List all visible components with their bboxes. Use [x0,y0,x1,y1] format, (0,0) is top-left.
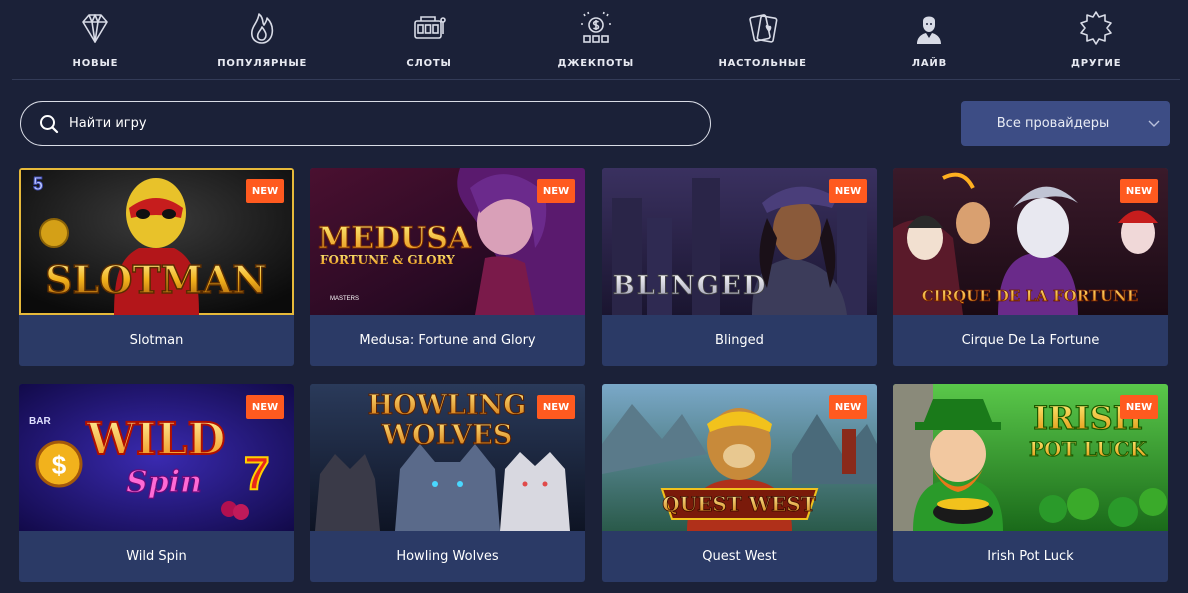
game-title[interactable]: Howling Wolves [310,531,585,582]
game-title[interactable]: Wild Spin [19,531,294,582]
game-logo-subtext: FORTUNE & GLORY [320,253,455,267]
live-dealer-icon [917,16,942,44]
game-title[interactable]: Cirque De La Fortune [893,315,1168,366]
jackpot-icon [580,11,611,43]
category-table-games[interactable]: НАСТОЛЬНЫЕ [679,0,846,80]
game-card[interactable]: CIRQUE DE LA FORTUNE NEW Cirque De La Fo… [893,168,1168,366]
game-logo-subtext: POT LUCK [1029,437,1148,461]
game-card[interactable]: MEDUSA FORTUNE & GLORY MASTERS NEW Medus… [310,168,585,366]
game-logo-text: SLOTMAN [45,257,267,302]
new-badge: NEW [537,179,575,203]
provider-select[interactable]: Все провайдеры [961,101,1170,146]
category-label: СЛОТЫ [406,58,452,69]
category-popular[interactable]: ПОПУЛЯРНЫЕ [179,0,346,80]
game-thumbnail[interactable]: 5 SLOTMAN NEW [19,168,294,315]
new-badge: NEW [829,179,867,203]
new-badge: NEW [829,395,867,419]
game-logo-text: BLINGED [613,271,768,301]
game-corner-mark: BAR [29,416,51,427]
game-card[interactable]: BLINGED NEW Blinged [602,168,877,366]
game-thumbnail[interactable]: MEDUSA FORTUNE & GLORY MASTERS NEW [310,168,585,315]
game-corner-mark: 5 [33,174,43,194]
game-logo-text: CIRQUE DE LA FORTUNE [922,287,1139,305]
new-badge: NEW [537,395,575,419]
new-badge: NEW [1120,179,1158,203]
game-logo-text: HOWLING [368,390,527,421]
new-badge: NEW [1120,395,1158,419]
category-label: ДЖЕКПОТЫ [557,58,635,69]
game-title[interactable]: Slotman [19,315,294,366]
game-thumbnail[interactable]: HOWLING WOLVES NEW [310,384,585,531]
game-title[interactable]: Quest West [602,531,877,582]
category-label: НАСТОЛЬНЫЕ [718,58,807,69]
coin-symbol: $ [52,450,67,480]
game-logo-subtext: Spin [126,465,202,500]
game-title[interactable]: Blinged [602,315,877,366]
game-logo-text: QUEST WEST [662,492,816,516]
search-input[interactable] [69,116,710,131]
game-card[interactable]: IRISH POT LUCK NEW Irish Pot Luck [893,384,1168,582]
game-card[interactable]: HOWLING WOLVES NEW Howling Wolves [310,384,585,582]
flame-icon [251,13,274,44]
game-thumbnail[interactable]: BLINGED NEW [602,168,877,315]
category-label: ЛАЙВ [911,58,947,69]
game-title[interactable]: Medusa: Fortune and Glory [310,315,585,366]
category-slots[interactable]: СЛОТЫ [346,0,513,80]
star-burst-icon [1080,11,1112,45]
provider-selected-value: Все провайдеры [996,116,1110,131]
category-live[interactable]: ЛАЙВ [846,0,1013,80]
category-label: ДРУГИЕ [1071,58,1122,69]
category-nav: НОВЫЕ ПОПУЛЯРНЫЕ СЛОТЫ ДЖЕКПОТЫ НАСТОЛЬН… [12,0,1180,80]
slot-machine-icon [414,16,446,39]
game-thumbnail[interactable]: QUEST WEST NEW [602,384,877,531]
game-title[interactable]: Irish Pot Luck [893,531,1168,582]
category-label: НОВЫЕ [72,58,119,69]
game-card[interactable]: QUEST WEST NEW Quest West [602,384,877,582]
provider-mark: MASTERS [330,296,359,302]
game-thumbnail[interactable]: $ 7 BAR WILD Spin NEW [19,384,294,531]
game-logo-subtext: WOLVES [381,420,513,451]
category-jackpots[interactable]: ДЖЕКПОТЫ [512,0,679,80]
category-other[interactable]: ДРУГИЕ [1013,0,1180,80]
game-logo-text: MEDUSA [318,221,472,256]
game-thumbnail[interactable]: IRISH POT LUCK NEW [893,384,1168,531]
game-logo-text: WILD [85,414,225,465]
new-badge: NEW [246,395,284,419]
category-label: ПОПУЛЯРНЫЕ [217,58,308,69]
diamond-icon [82,14,109,43]
game-card[interactable]: 5 SLOTMAN NEW Slotman [19,168,294,366]
chevron-down-icon [1148,120,1160,127]
category-new[interactable]: НОВЫЕ [12,0,179,80]
game-card[interactable]: $ 7 BAR WILD Spin NEW Wild Spin [19,384,294,582]
seven-symbol: 7 [244,447,270,499]
new-badge: NEW [246,179,284,203]
search-icon [40,114,59,133]
search-box[interactable] [20,101,711,146]
playing-cards-icon [748,14,778,43]
game-thumbnail[interactable]: CIRQUE DE LA FORTUNE NEW [893,168,1168,315]
